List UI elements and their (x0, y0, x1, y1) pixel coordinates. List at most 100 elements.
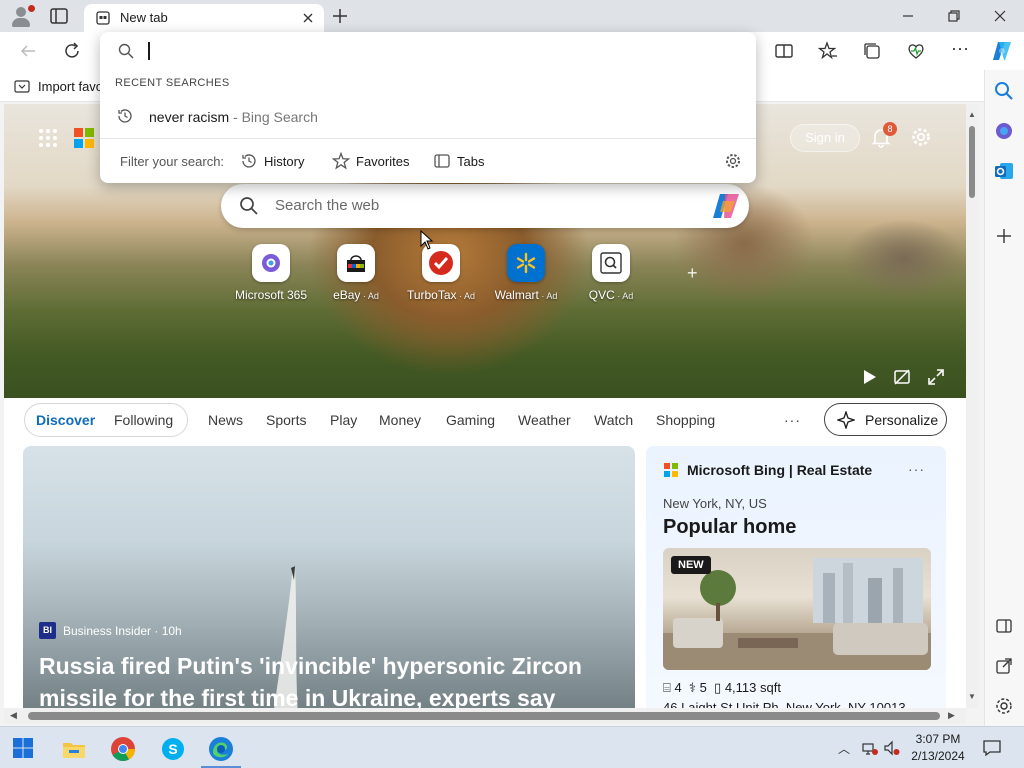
search-icon (240, 197, 258, 215)
address-bar-input[interactable] (148, 38, 738, 64)
system-clock[interactable]: 3:07 PM 2/13/2024 (903, 731, 973, 765)
scroll-left-icon[interactable]: ◀ (10, 710, 17, 721)
import-favorites-link[interactable]: Import favo (38, 79, 103, 94)
walmart-spark-icon (516, 252, 536, 274)
outlook-icon[interactable] (993, 160, 1015, 182)
search-settings-gear-icon[interactable] (724, 152, 742, 170)
add-shortcut-icon[interactable]: + (687, 264, 705, 282)
edge-icon[interactable] (208, 736, 234, 762)
collections-icon[interactable] (862, 41, 882, 61)
app-launcher-icon[interactable] (38, 128, 58, 148)
chrome-icon[interactable] (110, 736, 136, 762)
close-window-button[interactable] (990, 6, 1010, 26)
skype-icon[interactable]: S (160, 736, 186, 762)
bath-count: 5 (699, 680, 707, 695)
add-sidebar-icon[interactable] (993, 225, 1015, 247)
address-bar-dropdown: RECENT SEARCHES never racism - Bing Sear… (100, 32, 756, 183)
tab-new-tab[interactable]: New tab (84, 4, 324, 32)
card-title[interactable]: Popular home (663, 516, 796, 539)
bed-count: 4 (674, 680, 682, 695)
quick-link-microsoft-365[interactable]: Microsoft 365 (231, 244, 311, 304)
scroll-up-icon[interactable]: ▲ (968, 110, 976, 119)
new-tab-page: Sign in 8 Search the web Microsoft 365 e… (4, 104, 966, 710)
copilot-icon[interactable] (711, 192, 741, 220)
tab-money[interactable]: Money (379, 412, 421, 428)
quick-link-turbotax[interactable]: TurboTax · Ad (401, 244, 481, 304)
file-explorer-icon[interactable] (61, 736, 87, 762)
quick-link-qvc[interactable]: QVC · Ad (571, 244, 651, 304)
favorites-star-icon (332, 152, 350, 170)
refresh-icon[interactable] (62, 41, 82, 61)
notification-center-icon[interactable] (982, 738, 1002, 758)
sidebar-settings-gear-icon[interactable] (993, 695, 1015, 717)
settings-more-icon[interactable]: ··· (950, 38, 970, 58)
vertical-scroll-thumb[interactable] (969, 126, 975, 198)
personalize-button[interactable]: Personalize (824, 403, 947, 436)
feed-navigation: Discover Following News Sports Play Mone… (4, 398, 966, 442)
hide-sidebar-icon[interactable] (993, 615, 1015, 637)
tab-shopping[interactable]: Shopping (656, 412, 715, 428)
story-source: Business Insider · 10h (63, 624, 182, 638)
ebay-bag-icon (347, 255, 365, 272)
back-arrow-icon[interactable] (18, 41, 38, 61)
story-headline[interactable]: Russia fired Putin's 'invincible' hypers… (39, 650, 599, 710)
recent-search-suggestion[interactable]: never racism - Bing Search (100, 98, 756, 134)
text-caret (148, 42, 150, 60)
windows-taskbar: S ︿ 3:07 PM 2/13/2024 (0, 726, 1024, 768)
suggestion-source: - Bing Search (229, 109, 318, 125)
real-estate-card[interactable]: Microsoft Bing | Real Estate ··· New Yor… (646, 446, 946, 710)
tabs-icon (434, 154, 450, 168)
copilot-icon[interactable] (990, 39, 1014, 63)
show-hidden-icons-chevron-icon[interactable]: ︿ (838, 740, 854, 756)
copilot-sidebar-icon[interactable] (993, 120, 1015, 142)
filter-tabs-button[interactable]: Tabs (433, 152, 493, 172)
sign-in-button[interactable]: Sign in (790, 124, 860, 152)
scroll-down-icon[interactable]: ▼ (968, 692, 976, 701)
hide-background-icon[interactable] (893, 368, 911, 386)
home-photo[interactable]: NEW (663, 548, 931, 670)
network-icon[interactable] (862, 740, 878, 756)
card-more-button[interactable]: ··· (908, 461, 925, 477)
tab-gaming[interactable]: Gaming (446, 412, 495, 428)
favorites-star-icon[interactable] (818, 41, 838, 61)
tab-discover[interactable]: Discover (36, 412, 95, 428)
horizontal-scroll-thumb[interactable] (28, 712, 940, 720)
tab-news[interactable]: News (208, 412, 243, 428)
search-icon[interactable] (993, 80, 1015, 102)
microsoft-logo-icon (664, 463, 678, 477)
scroll-right-icon[interactable]: ▶ (948, 710, 955, 721)
expand-icon[interactable] (927, 368, 945, 386)
filter-favorites-button[interactable]: Favorites (332, 152, 412, 172)
quick-link-ebay[interactable]: eBay · Ad (316, 244, 396, 304)
minimize-button[interactable] (898, 6, 918, 26)
tab-following[interactable]: Following (114, 412, 173, 428)
browser-essentials-icon[interactable] (906, 41, 926, 61)
vertical-scrollbar[interactable]: ▲ ▼ (966, 104, 978, 708)
split-screen-icon[interactable] (774, 41, 794, 61)
tab-watch[interactable]: Watch (594, 412, 633, 428)
profile-icon[interactable] (10, 5, 35, 27)
windows-start-icon[interactable] (12, 737, 34, 759)
volume-muted-icon[interactable] (884, 740, 900, 756)
horizontal-scrollbar[interactable]: ◀ ▶ (4, 708, 966, 724)
page-settings-gear-icon[interactable] (910, 126, 932, 148)
quick-link-walmart[interactable]: Walmart · Ad (486, 244, 566, 304)
bed-icon: ⌸ (663, 680, 671, 695)
more-tabs-button[interactable]: ··· (784, 412, 801, 428)
tab-play[interactable]: Play (330, 412, 357, 428)
new-tab-button[interactable] (330, 6, 350, 26)
open-external-icon[interactable] (993, 655, 1015, 677)
tab-actions-icon[interactable] (50, 8, 68, 24)
restore-button[interactable] (944, 6, 964, 26)
home-area: 4,113 sqft (724, 680, 781, 695)
history-clock-icon (242, 154, 256, 168)
filter-history-button[interactable]: History (240, 152, 310, 172)
tab-weather[interactable]: Weather (518, 412, 571, 428)
card-source: Microsoft Bing | Real Estate (687, 462, 873, 478)
tab-sports[interactable]: Sports (266, 412, 306, 428)
close-tab-icon[interactable] (300, 10, 316, 26)
web-search-box[interactable]: Search the web (221, 184, 749, 228)
clock-time: 3:07 PM (915, 732, 961, 746)
top-story-card[interactable]: BI Business Insider · 10h Russia fired P… (23, 446, 635, 710)
play-icon[interactable] (860, 368, 878, 386)
